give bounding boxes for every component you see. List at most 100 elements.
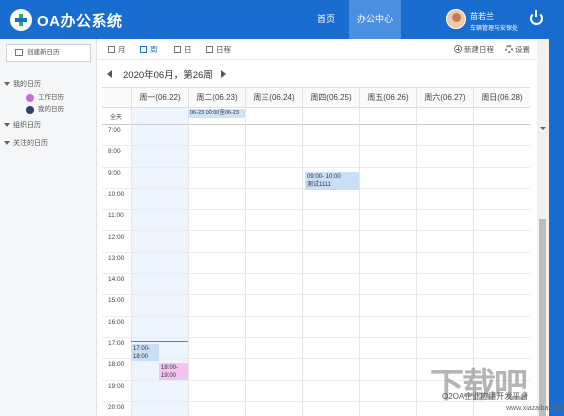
event-time: 09:00- 10:00 bbox=[307, 174, 341, 180]
event-1700[interactable]: 17:00- 18:00 bbox=[131, 344, 159, 361]
plus-icon bbox=[454, 45, 462, 53]
hour-label: 16:00 bbox=[108, 318, 125, 326]
settings-button[interactable]: 设置 bbox=[505, 44, 530, 56]
event-time: 18:00 bbox=[133, 354, 149, 360]
hour-label: 12:00 bbox=[108, 233, 125, 241]
view-toolbar: 月 周 日 日程 新建日程 设置 bbox=[98, 39, 538, 60]
new-event-button[interactable]: 新建日程 bbox=[454, 44, 494, 56]
nav-home[interactable]: 首页 bbox=[303, 0, 349, 39]
day-header[interactable]: 周六(06.27) bbox=[416, 88, 473, 108]
hour-row[interactable]: 14:00 bbox=[102, 274, 530, 296]
calendar-week-icon bbox=[140, 46, 147, 53]
app-logo-icon bbox=[10, 9, 32, 31]
caret-down-icon bbox=[4, 123, 10, 127]
watermark-url: www.xiazaiba.com bbox=[506, 405, 564, 412]
sub-item-label: 我的日历 bbox=[38, 106, 64, 113]
all-day-row[interactable]: 全天 bbox=[102, 108, 530, 125]
hour-label: 17:00 bbox=[108, 340, 125, 347]
view-agenda-label: 日程 bbox=[216, 45, 231, 54]
calendar-app: OA办公系统 首页 办公中心 苗若兰 车辆管理与安保处 创建新日历 我的日历 工… bbox=[0, 0, 564, 416]
hour-label: 9:00 bbox=[108, 169, 121, 177]
next-week-icon[interactable] bbox=[221, 70, 226, 78]
right-edge-strip bbox=[549, 39, 564, 416]
create-calendar-label: 创建新日历 bbox=[27, 49, 60, 56]
all-day-event[interactable]: 06-23 00:00至06-23 bbox=[188, 109, 245, 118]
hour-row[interactable]: 7:00 bbox=[102, 125, 530, 147]
tree-label: 我的日历 bbox=[13, 81, 41, 88]
watermark-caption: O2OA企业应用开发平台 bbox=[442, 392, 529, 401]
calendar-month-icon bbox=[108, 46, 115, 53]
calendar-add-icon bbox=[15, 49, 23, 56]
day-header[interactable]: 周五(06.26) bbox=[359, 88, 416, 108]
scroll-thumb[interactable] bbox=[539, 219, 546, 416]
tree-followed-calendar[interactable]: 关注的日历 bbox=[0, 136, 97, 151]
user-name[interactable]: 苗若兰 bbox=[470, 11, 494, 22]
hour-row[interactable]: 10:00 bbox=[102, 189, 530, 211]
work-calendar-check-icon[interactable] bbox=[26, 94, 34, 102]
hour-row[interactable]: 11:00 bbox=[102, 210, 530, 232]
create-calendar-button[interactable]: 创建新日历 bbox=[6, 44, 91, 62]
hour-label: 19:00 bbox=[108, 382, 125, 390]
week-navigation: 2020年06月，第26周 bbox=[98, 63, 538, 85]
tree-my-calendar[interactable]: 我的日历 bbox=[0, 77, 97, 92]
tree-org-calendar[interactable]: 组织日历 bbox=[0, 118, 97, 133]
sub-item-work-calendar[interactable]: 工作日历 bbox=[0, 92, 97, 104]
sub-item-my-calendar[interactable]: 我的日历 bbox=[0, 104, 97, 116]
day-header[interactable]: 周日(06.28) bbox=[473, 88, 530, 108]
day-header[interactable]: 周一(06.22) bbox=[131, 88, 188, 108]
event-time: 19:00 bbox=[161, 373, 177, 379]
hour-label: 11:00 bbox=[108, 212, 124, 220]
view-day-button[interactable]: 日 bbox=[174, 44, 192, 56]
view-week-label: 周 bbox=[150, 45, 158, 54]
event-time: 18:00- bbox=[161, 365, 179, 371]
calendar-agenda-icon bbox=[206, 46, 213, 53]
hour-row[interactable]: 16:00 bbox=[102, 317, 530, 338]
hour-label: 7:00 bbox=[108, 127, 121, 134]
hour-row[interactable]: 8:00 bbox=[102, 146, 530, 168]
column-divider bbox=[245, 108, 246, 416]
caret-down-icon bbox=[4, 82, 10, 86]
event-title: 测试1111 bbox=[307, 182, 332, 188]
settings-label: 设置 bbox=[515, 45, 530, 54]
hour-label: 20:00 bbox=[108, 403, 125, 411]
top-header: OA办公系统 首页 办公中心 苗若兰 车辆管理与安保处 bbox=[0, 0, 564, 39]
view-day-label: 日 bbox=[184, 45, 192, 54]
column-divider bbox=[131, 108, 132, 416]
column-divider bbox=[359, 108, 360, 416]
nav-office-center[interactable]: 办公中心 bbox=[349, 0, 401, 39]
view-month-button[interactable]: 月 bbox=[108, 44, 126, 56]
day-header[interactable]: 周三(06.24) bbox=[245, 88, 302, 108]
app-title: OA办公系统 bbox=[37, 13, 123, 30]
avatar[interactable] bbox=[446, 9, 466, 29]
hour-row[interactable]: 12:00 bbox=[102, 232, 530, 253]
prev-week-icon[interactable] bbox=[107, 70, 112, 78]
all-day-label: 全天 bbox=[110, 115, 123, 121]
user-department: 车辆管理与安保处 bbox=[470, 26, 519, 32]
week-label: 2020年06月，第26周 bbox=[123, 70, 213, 81]
day-header-row: 周一(06.22) 周二(06.23) 周三(06.24) 周四(06.25) … bbox=[102, 88, 530, 108]
current-time-line bbox=[131, 341, 188, 342]
tree-label: 组织日历 bbox=[13, 122, 41, 129]
column-divider bbox=[416, 108, 417, 416]
sub-item-label: 工作日历 bbox=[38, 94, 64, 101]
day-header[interactable]: 周四(06.25) bbox=[302, 88, 359, 108]
my-calendar-check-icon[interactable] bbox=[26, 106, 34, 114]
column-divider bbox=[302, 108, 303, 416]
hour-label: 10:00 bbox=[108, 190, 125, 198]
column-divider bbox=[188, 108, 189, 416]
sidebar: 创建新日历 我的日历 工作日历 我的日历 组织日历 关注的日历 bbox=[0, 39, 97, 416]
hour-label: 8:00 bbox=[108, 148, 121, 156]
event-meeting[interactable]: 09:00- 10:00 测试1111 bbox=[305, 172, 359, 190]
view-agenda-button[interactable]: 日程 bbox=[206, 44, 231, 56]
hour-label: 14:00 bbox=[108, 276, 125, 284]
vertical-scrollbar[interactable] bbox=[537, 39, 549, 416]
day-header[interactable]: 周二(06.23) bbox=[188, 88, 245, 108]
hour-row[interactable]: 15:00 bbox=[102, 295, 530, 317]
hour-label: 13:00 bbox=[108, 254, 125, 262]
power-icon[interactable] bbox=[530, 10, 543, 25]
hour-row[interactable]: 13:00 bbox=[102, 253, 530, 275]
view-week-button[interactable]: 周 bbox=[140, 44, 158, 56]
gear-icon bbox=[505, 45, 513, 53]
scroll-arrow-icon[interactable] bbox=[540, 127, 546, 130]
event-1800[interactable]: 18:00- 19:00 bbox=[159, 363, 188, 380]
